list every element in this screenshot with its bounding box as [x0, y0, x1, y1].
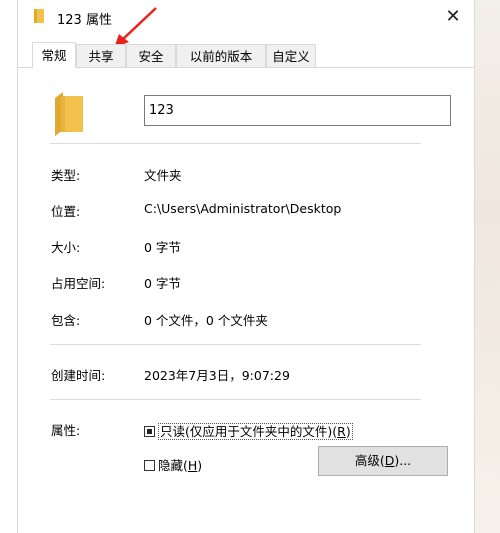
desktop-background-right [475, 0, 500, 533]
tab-strip: 常规 共享 安全 以前的版本 自定义 [18, 42, 474, 68]
location-label: 位置: [51, 204, 81, 219]
window-title: 123 属性 [57, 13, 112, 28]
contains-value: 0 个文件，0 个文件夹 [144, 313, 268, 328]
hidden-checkbox-label: 隐藏(H) [158, 458, 203, 473]
title-bar[interactable]: 123 属性 ✕ [18, 0, 474, 34]
close-icon: ✕ [445, 6, 461, 27]
attributes-label: 属性: [51, 423, 81, 438]
readonly-checkbox-label: 只读(仅应用于文件夹中的文件)(R) [158, 423, 353, 440]
folder-icon [55, 92, 83, 136]
close-button[interactable]: ✕ [438, 3, 468, 31]
size-on-disk-value: 0 字节 [144, 276, 181, 291]
tab-previous-versions[interactable]: 以前的版本 [176, 44, 266, 67]
readonly-checkbox-row[interactable]: 只读(仅应用于文件夹中的文件)(R) [144, 421, 353, 440]
created-label: 创建时间: [51, 368, 106, 383]
desktop-background-left [0, 0, 17, 533]
readonly-checkbox[interactable] [144, 426, 155, 437]
divider [50, 344, 421, 345]
tab-customize[interactable]: 自定义 [266, 44, 316, 67]
properties-dialog: 123 属性 ✕ 常规 共享 安全 以前的版本 自定义 类型: 文件夹 位置: … [17, 0, 475, 533]
tab-security[interactable]: 安全 [126, 44, 176, 67]
size-on-disk-label: 占用空间: [51, 276, 106, 291]
advanced-button[interactable]: 高级(D)... [318, 446, 448, 476]
size-label: 大小: [51, 240, 81, 255]
divider [50, 143, 421, 144]
hidden-checkbox[interactable] [144, 460, 155, 471]
created-value: 2023年7月3日，9:07:29 [144, 368, 290, 383]
tab-sharing[interactable]: 共享 [76, 44, 126, 67]
tab-general[interactable]: 常规 [32, 42, 76, 68]
folder-name-input[interactable] [144, 95, 451, 126]
divider [50, 399, 421, 400]
contains-label: 包含: [51, 313, 81, 328]
location-value: C:\Users\Administrator\Desktop [144, 201, 342, 216]
type-label: 类型: [51, 168, 81, 183]
hidden-checkbox-row[interactable]: 隐藏(H) [144, 455, 202, 474]
type-value: 文件夹 [144, 168, 182, 183]
folder-icon [34, 9, 44, 23]
size-value: 0 字节 [144, 240, 181, 255]
tab-divider [18, 67, 474, 68]
